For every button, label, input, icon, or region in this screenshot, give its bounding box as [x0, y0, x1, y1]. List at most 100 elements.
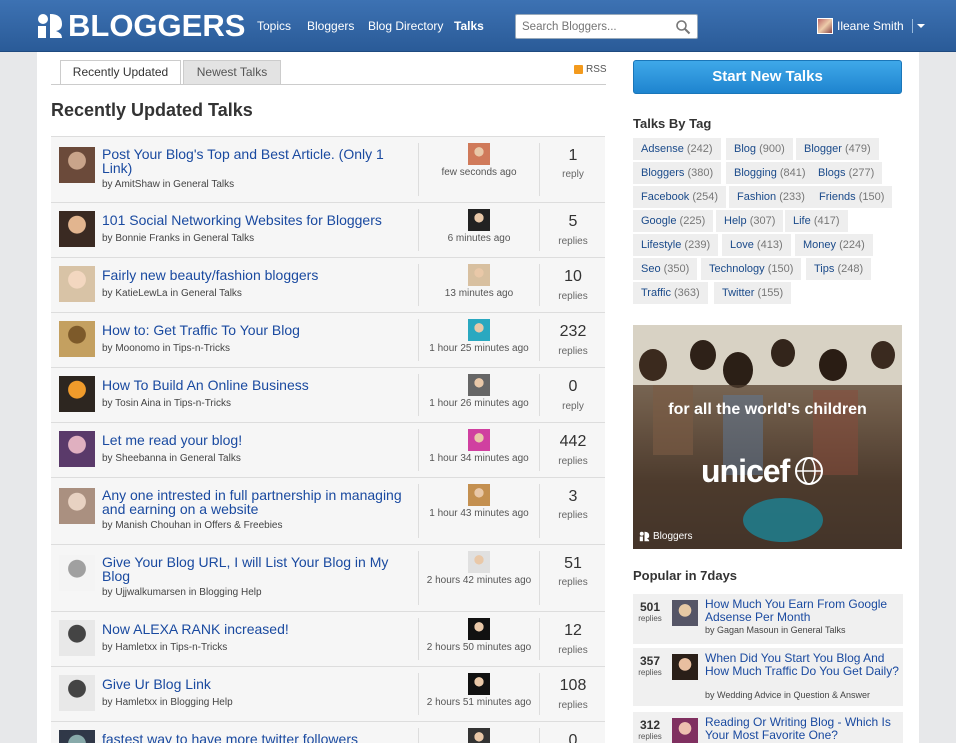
tag-life[interactable]: Life (417) — [785, 210, 848, 232]
talk-title-link[interactable]: 101 Social Networking Websites for Blogg… — [102, 213, 412, 227]
category-link[interactable]: Offers & Freebies — [204, 520, 282, 531]
last-reply-avatar[interactable] — [468, 374, 490, 396]
popular-author-avatar[interactable] — [672, 718, 698, 743]
tag-tips[interactable]: Tips (248) — [806, 258, 872, 280]
author-avatar[interactable] — [59, 431, 95, 467]
talk-title-link[interactable]: fastest way to have more twitter followe… — [102, 732, 412, 743]
category-link[interactable]: General Talks — [173, 179, 234, 190]
category-link[interactable]: Tips-n-Tricks — [173, 343, 230, 354]
user-menu[interactable]: Ileane Smith — [817, 17, 925, 35]
category-link[interactable]: General Talks — [180, 453, 241, 464]
author-link[interactable]: Manish Chouhan — [115, 520, 191, 531]
nav-talks[interactable]: Talks — [454, 19, 484, 33]
reply-unit: reply — [562, 169, 584, 180]
tag-count: (479) — [844, 143, 871, 155]
tag-help[interactable]: Help (307) — [716, 210, 784, 232]
talk-title-link[interactable]: How to: Get Traffic To Your Blog — [102, 323, 412, 337]
last-reply-avatar[interactable] — [468, 143, 490, 165]
nav-topics[interactable]: Topics — [257, 19, 291, 33]
author-link[interactable]: Ujjwalkumarsen — [115, 587, 186, 598]
author-link[interactable]: Sheebanna — [115, 453, 166, 464]
author-link[interactable]: Bonnie Franks — [115, 233, 179, 244]
author-link[interactable]: Hamletxx — [115, 642, 157, 653]
tag-technology[interactable]: Technology (150) — [701, 258, 802, 280]
talk-title-link[interactable]: Post Your Blog's Top and Best Article. (… — [102, 147, 412, 175]
author-link[interactable]: Hamletxx — [115, 697, 157, 708]
popular-title-link[interactable]: How Much You Earn From Google Adsense Pe… — [705, 598, 905, 624]
popular-author-avatar[interactable] — [672, 654, 698, 680]
category-link[interactable]: Question & Answer — [793, 690, 870, 700]
category-link[interactable]: General Talks — [193, 233, 254, 244]
category-link[interactable]: Blogging Help — [170, 697, 232, 708]
talk-title-link[interactable]: Let me read your blog! — [102, 433, 412, 447]
popular-title-link[interactable]: When Did You Start You Blog And How Much… — [705, 652, 905, 678]
last-reply-avatar[interactable] — [468, 264, 490, 286]
last-reply-avatar[interactable] — [468, 319, 490, 341]
tag-blogger[interactable]: Blogger (479) — [796, 138, 879, 160]
tag-bloggers[interactable]: Bloggers (380) — [633, 162, 722, 184]
author-avatar[interactable] — [59, 730, 95, 743]
talk-title-link[interactable]: Any one intrested in full partnership in… — [102, 488, 412, 516]
column-divider — [539, 319, 540, 361]
popular-title-link[interactable]: Reading Or Writing Blog - Which Is Your … — [705, 716, 905, 742]
talk-title-link[interactable]: Fairly new beauty/fashion bloggers — [102, 268, 412, 282]
tag-love[interactable]: Love (413) — [722, 234, 791, 256]
author-avatar[interactable] — [59, 147, 95, 183]
last-reply-avatar[interactable] — [468, 209, 490, 231]
category-link[interactable]: General Talks — [181, 288, 242, 299]
last-reply-avatar[interactable] — [468, 551, 490, 573]
author-link[interactable]: KatieLewLa — [115, 288, 167, 299]
tag-blogs[interactable]: Blogs (277) — [810, 162, 883, 184]
category-link[interactable]: Blogging Help — [199, 587, 261, 598]
tag-twitter[interactable]: Twitter (155) — [714, 282, 792, 304]
tag-blogging[interactable]: Blogging (841) — [726, 162, 814, 184]
author-avatar[interactable] — [59, 620, 95, 656]
caret-down-icon[interactable] — [916, 24, 925, 28]
tag-friends[interactable]: Friends (150) — [811, 186, 893, 208]
talk-title-link[interactable]: Now ALEXA RANK increased! — [102, 622, 412, 636]
talk-title-link[interactable]: Give Your Blog URL, I will List Your Blo… — [102, 555, 412, 583]
tag-lifestyle[interactable]: Lifestyle (239) — [633, 234, 719, 256]
nav-bloggers[interactable]: Bloggers — [307, 19, 354, 33]
last-reply-avatar[interactable] — [468, 484, 490, 506]
tab-recently-updated[interactable]: Recently Updated — [60, 60, 181, 85]
last-reply-avatar[interactable] — [468, 728, 490, 743]
category-link[interactable]: General Talks — [791, 625, 846, 635]
talk-title-link[interactable]: Give Ur Blog Link — [102, 677, 412, 691]
talk-title-link[interactable]: How To Build An Online Business — [102, 378, 412, 392]
author-avatar[interactable] — [59, 211, 95, 247]
search-icon[interactable] — [675, 19, 691, 35]
author-avatar[interactable] — [59, 321, 95, 357]
last-reply-avatar[interactable] — [468, 429, 490, 451]
rss-link[interactable]: RSS — [574, 64, 607, 75]
author-avatar[interactable] — [59, 266, 95, 302]
unicef-ad-banner[interactable]: for all the world's children unicef Blog… — [633, 325, 902, 549]
tab-newest-talks[interactable]: Newest Talks — [183, 60, 281, 84]
popular-author-avatar[interactable] — [672, 600, 698, 626]
last-reply-avatar[interactable] — [468, 618, 490, 640]
author-avatar[interactable] — [59, 488, 95, 524]
tag-seo[interactable]: Seo (350) — [633, 258, 698, 280]
category-link[interactable]: Tips-n-Tricks — [174, 398, 231, 409]
author-link[interactable]: Wedding Advice — [717, 690, 781, 700]
author-link[interactable]: AmitShaw — [115, 179, 160, 190]
author-link[interactable]: Tosin Aina — [115, 398, 161, 409]
tag-money[interactable]: Money (224) — [795, 234, 873, 256]
author-avatar[interactable] — [59, 555, 95, 591]
search-input[interactable] — [516, 15, 671, 38]
category-link[interactable]: Tips-n-Tricks — [170, 642, 227, 653]
nav-blog-directory[interactable]: Blog Directory — [368, 19, 443, 33]
tag-facebook[interactable]: Facebook (254) — [633, 186, 727, 208]
author-avatar[interactable] — [59, 675, 95, 711]
author-link[interactable]: Gagan Masoun — [717, 625, 779, 635]
tag-google[interactable]: Google (225) — [633, 210, 714, 232]
tag-fashion[interactable]: Fashion (233) — [729, 186, 813, 208]
tag-traffic[interactable]: Traffic (363) — [633, 282, 708, 304]
start-new-talks-button[interactable]: Start New Talks — [633, 60, 902, 94]
tag-blog[interactable]: Blog (900) — [726, 138, 793, 160]
tag-adsense[interactable]: Adsense (242) — [633, 138, 721, 160]
last-reply-avatar[interactable] — [468, 673, 490, 695]
bloggers-logo[interactable]: BLOGGERS — [36, 10, 245, 41]
author-link[interactable]: Moonomo — [115, 343, 159, 354]
author-avatar[interactable] — [59, 376, 95, 412]
